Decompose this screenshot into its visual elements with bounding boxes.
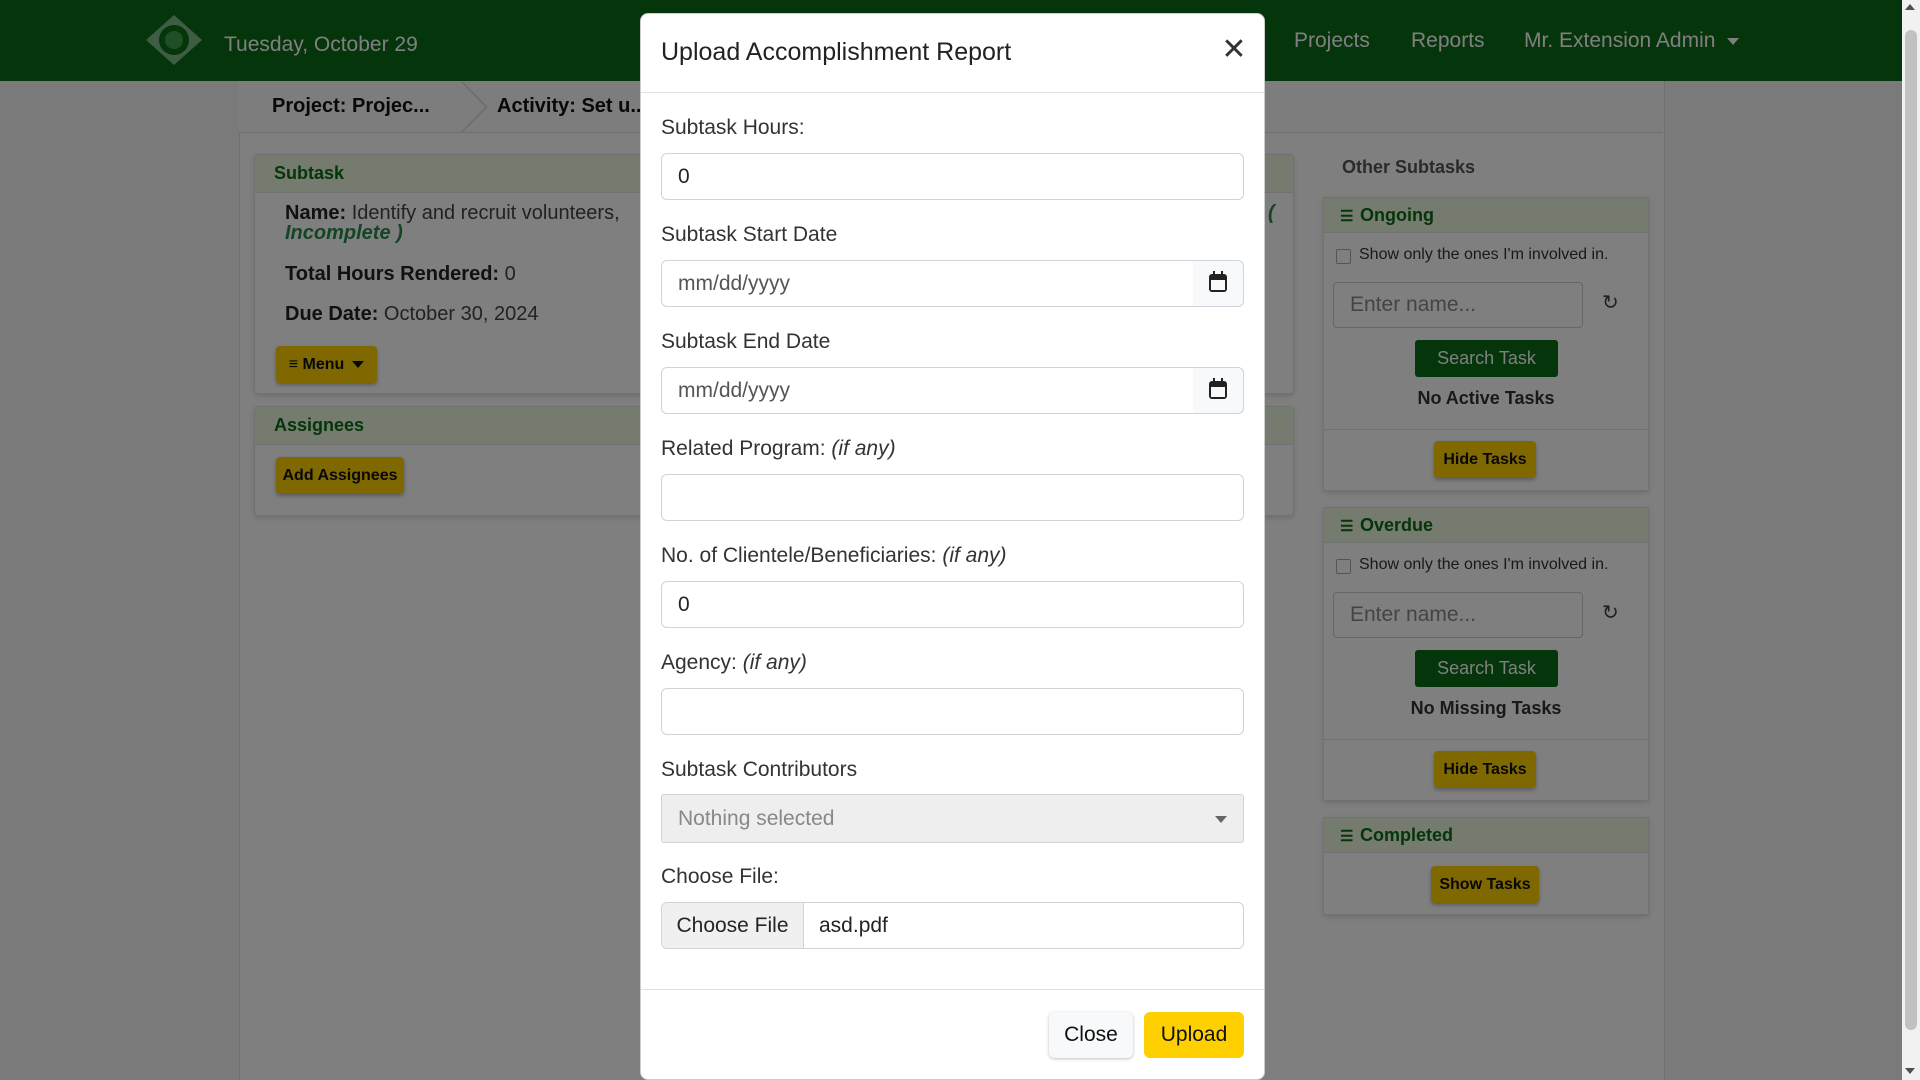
clientele-input[interactable]: 0 [661,581,1244,628]
contributors-select[interactable]: Nothing selected [661,794,1244,843]
clientele-label-text: No. of Clientele/Beneficiaries: [661,544,937,567]
modal-title: Upload Accomplishment Report [661,38,1012,66]
choose-file-label: Choose File: [661,865,779,888]
contributors-select-value: Nothing selected [678,807,835,830]
upload-report-modal: Upload Accomplishment Report ✕ Subtask H… [640,13,1265,1080]
end-date-label: Subtask End Date [661,330,831,353]
related-program-label: Related Program: (if any) [661,437,896,461]
upload-button[interactable]: Upload [1144,1012,1244,1058]
start-date-calendar-button[interactable] [1193,260,1244,307]
subtask-hours-input[interactable]: 0 [661,153,1244,200]
close-button[interactable]: Close [1049,1012,1133,1058]
end-date-input[interactable]: mm/dd/yyyy [661,367,1194,414]
selected-file-name: asd.pdf [819,914,888,937]
scrollbar-thumb[interactable] [1905,30,1917,1030]
calendar-icon [1209,271,1227,292]
choose-file-button[interactable]: Choose File [662,903,804,948]
clientele-label: No. of Clientele/Beneficiaries: (if any) [661,544,1007,568]
agency-label-text: Agency: [661,651,737,674]
clientele-hint: (if any) [942,544,1007,567]
related-program-hint: (if any) [831,437,896,460]
modal-footer-divider [641,989,1264,990]
calendar-icon [1209,378,1227,399]
scroll-down-arrow-icon[interactable] [1905,1068,1915,1074]
agency-hint: (if any) [742,651,807,674]
agency-input[interactable] [661,688,1244,735]
related-program-label-text: Related Program: [661,437,826,460]
subtask-hours-label: Subtask Hours: [661,116,805,139]
agency-label: Agency: (if any) [661,651,807,675]
chevron-down-icon [1215,816,1227,823]
related-program-input[interactable] [661,474,1244,521]
start-date-label: Subtask Start Date [661,223,838,246]
modal-header-divider [641,92,1264,93]
scroll-up-arrow-icon[interactable] [1905,4,1915,10]
close-icon[interactable]: ✕ [1218,34,1250,66]
end-date-calendar-button[interactable] [1193,367,1244,414]
contributors-label: Subtask Contributors [661,758,858,781]
start-date-input[interactable]: mm/dd/yyyy [661,260,1194,307]
file-input[interactable]: Choose File asd.pdf [661,902,1244,949]
